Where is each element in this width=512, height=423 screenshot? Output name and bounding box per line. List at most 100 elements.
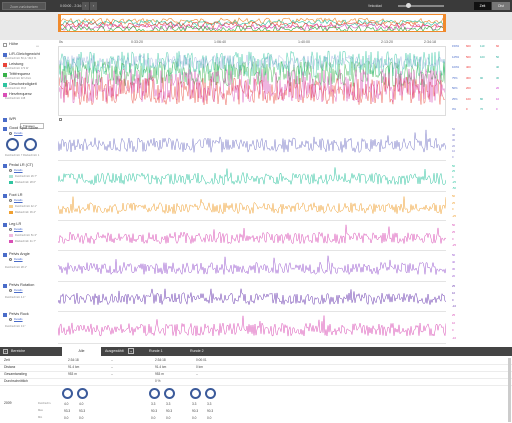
table-cell: 91.4 km bbox=[68, 365, 80, 369]
checkbox-pedal-lr[interactable] bbox=[3, 164, 7, 168]
table-cell: 2:34:18 bbox=[68, 358, 79, 362]
checkbox-foot-lr[interactable] bbox=[3, 194, 7, 198]
chart-pelvis_rock[interactable] bbox=[57, 313, 447, 344]
stat-value: 90.3 bbox=[207, 409, 214, 413]
details-radio[interactable] bbox=[9, 132, 12, 135]
main-scale-tick: 110 bbox=[480, 44, 485, 48]
main-scale-tick: 90 bbox=[480, 75, 484, 80]
tab-all[interactable]: Alle bbox=[62, 347, 101, 356]
table-row-label: Distanz bbox=[4, 365, 16, 369]
time-tick-2: 1:06:40 bbox=[214, 40, 226, 44]
add-range-icon[interactable]: + bbox=[3, 349, 8, 354]
row-divider bbox=[0, 385, 512, 386]
stat-value: 0.0 bbox=[166, 416, 171, 420]
table-cell: 953 m bbox=[68, 372, 77, 376]
table-cell: 2:34:18 bbox=[155, 358, 166, 362]
tab-lap-1[interactable]: Runde 1 bbox=[149, 347, 163, 356]
series-line bbox=[57, 196, 447, 215]
metric-label-pelvis-rotation: Pelvis Rotation bbox=[9, 283, 35, 287]
stat-value: 0.0 bbox=[151, 416, 156, 420]
chart-pelvis_rotation[interactable] bbox=[57, 284, 447, 312]
axis-tick: 20 bbox=[452, 143, 456, 148]
overview-series-line bbox=[59, 19, 445, 27]
main-scale-tick: 400 bbox=[466, 65, 471, 69]
details-radio[interactable] bbox=[9, 228, 12, 231]
axis-tick: 50 bbox=[452, 194, 456, 198]
details-radio[interactable] bbox=[9, 169, 12, 172]
time-tick-0: 0s bbox=[59, 40, 63, 44]
chart-leg_lr[interactable] bbox=[57, 223, 447, 251]
details-radio[interactable] bbox=[9, 289, 12, 292]
playback-speed-slider[interactable] bbox=[398, 5, 444, 7]
axis-tick: 10 bbox=[452, 290, 456, 295]
zoom-reset-button[interactable]: Zoom zurücksetzen bbox=[2, 2, 46, 10]
add-lap-button[interactable]: + bbox=[128, 348, 134, 354]
chart-expand-icon[interactable] bbox=[59, 118, 62, 121]
chart-good_spot[interactable] bbox=[57, 127, 447, 161]
checkbox-wpi[interactable] bbox=[3, 118, 7, 122]
distance-axis-button[interactable]: Dist bbox=[492, 2, 510, 10]
stat-label: Max bbox=[38, 409, 43, 412]
legend-swatch bbox=[9, 234, 13, 237]
checkbox-good-spot[interactable] bbox=[3, 127, 7, 131]
checkbox-pelvis-rotation[interactable] bbox=[3, 284, 7, 288]
tab-selected[interactable]: Ausgewählt bbox=[105, 347, 124, 356]
checkbox-leg-lr[interactable] bbox=[3, 223, 7, 227]
table-gauge-icon bbox=[77, 388, 88, 399]
details-link[interactable]: Details bbox=[14, 131, 23, 135]
chart-foot_lr[interactable] bbox=[57, 194, 447, 221]
stat-value: 93.3 bbox=[64, 409, 71, 413]
main-scale-tick: 300 bbox=[466, 75, 471, 80]
metric-label-trittfrequenz: Trittfrequenz bbox=[9, 72, 31, 76]
details-link[interactable]: Details bbox=[14, 257, 23, 261]
time-axis-button[interactable]: Zeit bbox=[474, 2, 491, 10]
axis-tick: 50 bbox=[452, 164, 456, 168]
details-link[interactable]: Details bbox=[14, 317, 23, 321]
time-tick-1: 0:33:20 bbox=[131, 40, 143, 44]
checkbox-hoehe[interactable] bbox=[3, 43, 7, 47]
details-radio[interactable] bbox=[9, 318, 12, 321]
stat-value: 3.3 bbox=[207, 402, 212, 406]
details-link[interactable]: Details bbox=[14, 227, 23, 231]
table-gauge-icon bbox=[62, 388, 73, 399]
metric-sub-pelvis-rock: Durchschnitt: 3.1° bbox=[5, 325, 26, 328]
playback-speed-knob[interactable] bbox=[406, 3, 411, 8]
stat-value: 4.0 bbox=[64, 402, 69, 406]
main-scale-tick: 60 bbox=[496, 44, 500, 48]
more-options-icon[interactable]: ••• bbox=[36, 44, 39, 48]
legend-swatch bbox=[9, 240, 13, 243]
stat-value: 90.3 bbox=[166, 409, 173, 413]
next-range-button[interactable]: › bbox=[90, 2, 97, 10]
details-radio[interactable] bbox=[9, 258, 12, 261]
main-scale-tick: 80 bbox=[480, 96, 484, 101]
overview-right-handle[interactable] bbox=[443, 14, 446, 32]
legend-text: Rückschnitt: 41.7° bbox=[15, 240, 36, 243]
checkbox-pelvis-angle[interactable] bbox=[3, 253, 7, 257]
table-cell: -- bbox=[196, 372, 199, 376]
prev-range-button[interactable]: ‹ bbox=[82, 2, 89, 10]
main-scale-tick: 0% bbox=[452, 107, 457, 111]
chart-pedal_lr[interactable] bbox=[57, 164, 447, 192]
chart-pelvis_angle[interactable] bbox=[57, 253, 447, 282]
details-link[interactable]: Details bbox=[14, 288, 23, 292]
details-radio[interactable] bbox=[9, 199, 12, 202]
wpi-label: WPI bbox=[9, 117, 17, 121]
checkbox-pelvis-rock[interactable] bbox=[3, 313, 7, 317]
metric-label-pelvis-angle: Pelvis Angle bbox=[9, 252, 30, 256]
playback-speed-label: Velocidad bbox=[368, 4, 382, 8]
table-row-label: Durchschnittlich bbox=[4, 379, 28, 383]
table-scrollbar[interactable] bbox=[508, 358, 511, 422]
overview-selection[interactable] bbox=[58, 14, 446, 32]
legend-swatch bbox=[9, 205, 13, 208]
axis-tick: 50 bbox=[452, 223, 456, 227]
time-tick-3: 1:40:00 bbox=[298, 40, 310, 44]
overview-left-handle[interactable] bbox=[58, 14, 61, 32]
details-link[interactable]: Details bbox=[14, 168, 23, 172]
table-cell: -- bbox=[111, 358, 114, 362]
tab-lap-2[interactable]: Runde 2 bbox=[190, 347, 204, 356]
main-scale-tick: 125% bbox=[452, 54, 460, 59]
metric-sub-geschwindigkeit: Durchschnitt: 36,8 bbox=[5, 87, 26, 90]
overview-chart bbox=[59, 17, 445, 31]
metric-label-pelvis-rock: Pelvis Rock bbox=[9, 312, 29, 316]
details-link[interactable]: Details bbox=[14, 198, 23, 202]
